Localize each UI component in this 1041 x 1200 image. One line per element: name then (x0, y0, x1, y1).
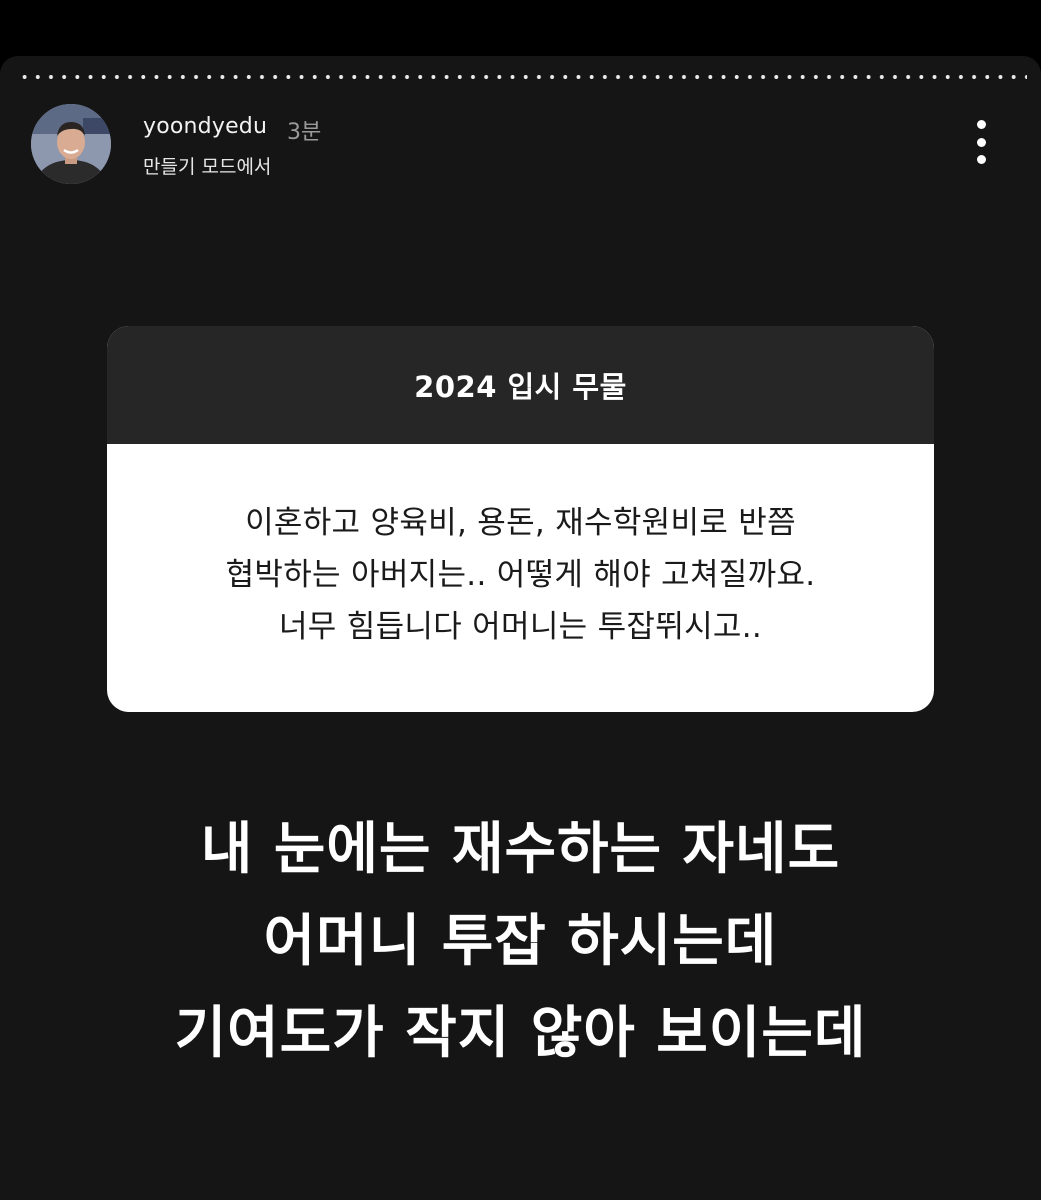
profile-photo-icon (31, 104, 111, 184)
answer-line: 내 눈에는 재수하는 자네도 (200, 817, 841, 882)
story-progress-bar (18, 75, 1027, 79)
more-dot (976, 137, 986, 147)
more-dot (976, 155, 986, 164)
question-card-title: 2024 입시 무물 (414, 370, 627, 404)
question-card-body: 이혼하고 양육비, 용돈, 재수학원비로 반쯤 협박하는 아버지는.. 어떻게 … (107, 444, 934, 712)
question-line: 협박하는 아버지는.. 어떻게 해야 고쳐질까요. (225, 557, 816, 593)
story-viewer[interactable]: yoondyedu 3분 만들기 모드에서 2024 입시 무물 이혼하고 양육… (0, 56, 1041, 1200)
post-time: 3분 (287, 120, 322, 145)
question-card-header: 2024 입시 무물 (107, 326, 934, 444)
more-options-icon[interactable] (965, 118, 997, 166)
username[interactable]: yoondyedu (143, 114, 267, 139)
question-line: 너무 힘듭니다 어머니는 투잡뛰시고.. (278, 609, 763, 645)
create-mode-label: 만들기 모드에서 (143, 156, 272, 178)
avatar[interactable] (31, 104, 111, 184)
answer-line: 어머니 투잡 하시는데 (263, 909, 778, 974)
question-card: 2024 입시 무물 이혼하고 양육비, 용돈, 재수학원비로 반쯤 협박하는 … (107, 326, 934, 712)
answer-line: 기여도가 작지 않아 보이는데 (174, 1001, 867, 1066)
question-line: 이혼하고 양육비, 용돈, 재수학원비로 반쯤 (245, 505, 796, 541)
answer-text: 내 눈에는 재수하는 자네도 어머니 투잡 하시는데 기여도가 작지 않아 보이… (0, 804, 1041, 1080)
more-dot (976, 120, 986, 129)
